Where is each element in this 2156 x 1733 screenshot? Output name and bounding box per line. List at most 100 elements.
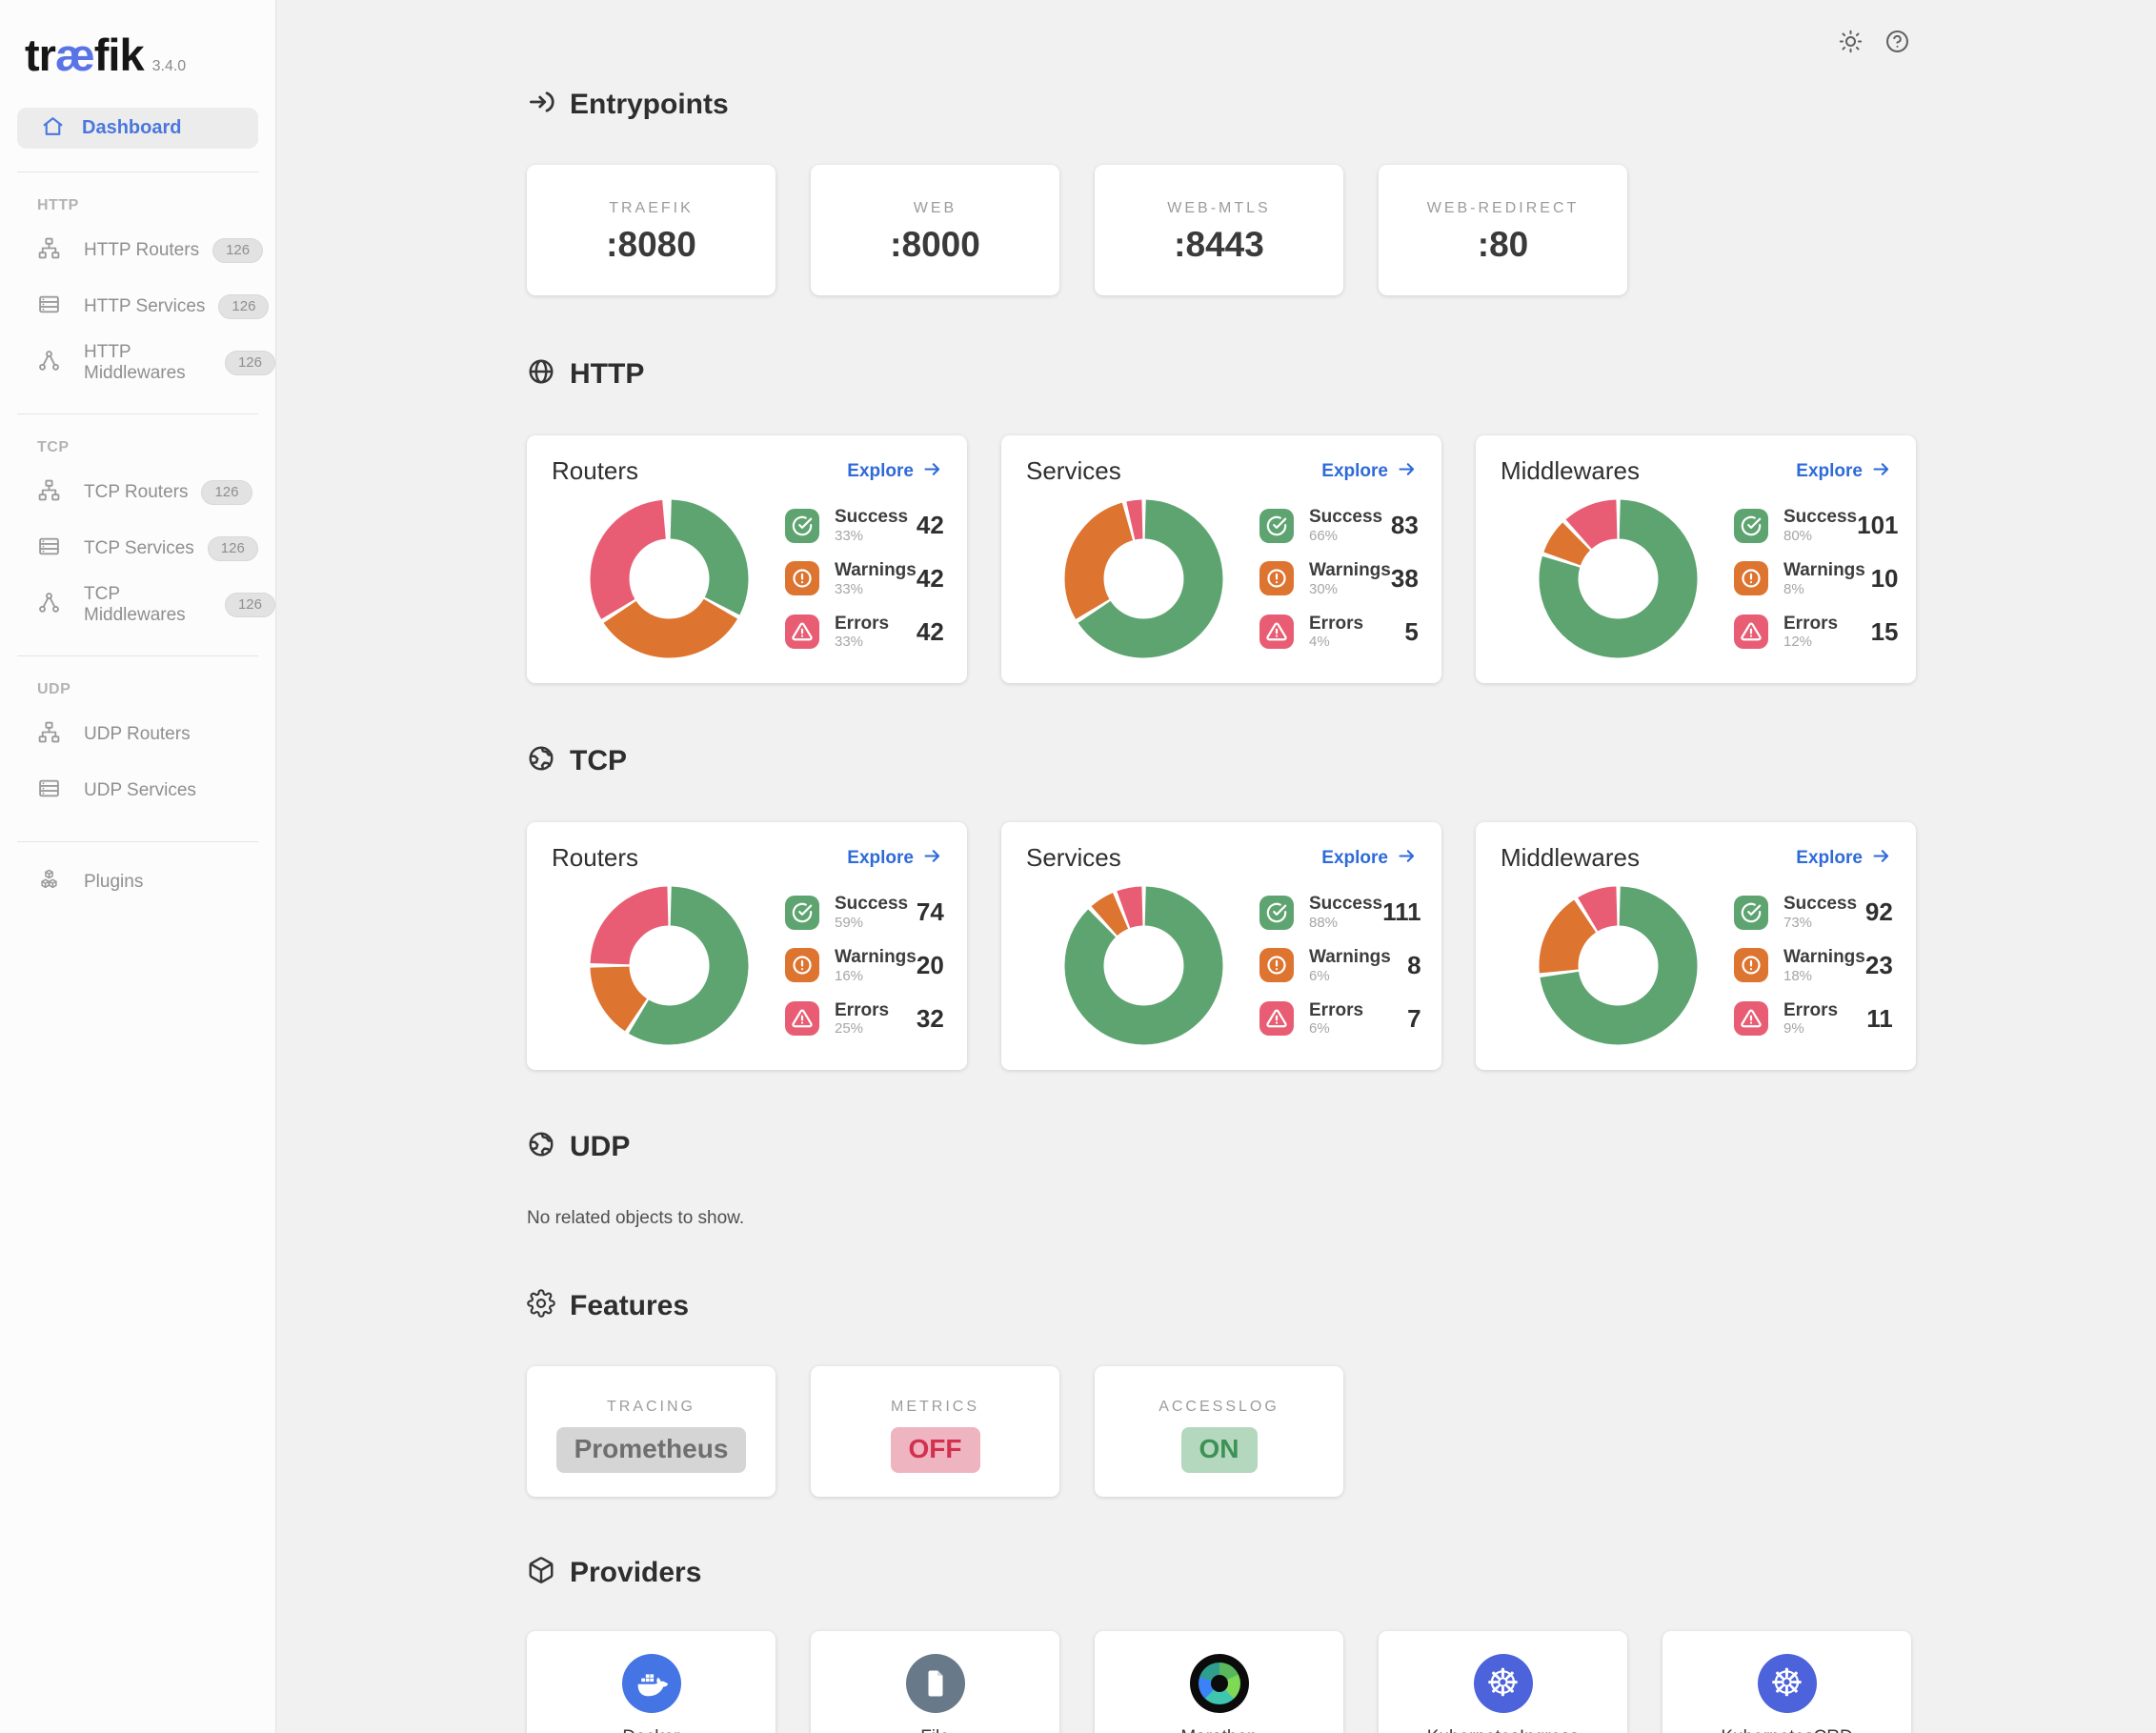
sidebar-item-http-routers[interactable]: HTTP Routers126 [0,222,275,278]
stat-row-errors: Errors25%32 [785,1001,944,1037]
stat-label: Success [835,895,908,913]
stats-column: Success80%101Warnings8%10Errors12%15 [1734,508,1899,649]
sidebar-item-tcp-services[interactable]: TCP Services126 [0,520,275,576]
kubernetes-icon: ☸ [1474,1654,1533,1713]
stat-percent: 6% [1309,969,1391,983]
sidebar-item-label: TCP Routers [84,482,188,503]
stat-row-warnings: Warnings 8% 10 [1734,561,1899,596]
stat-label: Success [1783,508,1857,526]
sidebar-item-dashboard[interactable]: Dashboard [17,108,258,149]
routers-icon [37,478,61,507]
help-icon[interactable] [1884,29,1910,59]
sidebar-item-udp-services[interactable]: UDP Services [0,762,275,818]
sidebar-item-tcp-routers[interactable]: TCP Routers 126 [0,464,275,520]
count-badge: 126 [225,593,275,617]
stat-value: 42 [917,617,944,647]
stat-text: Warnings18% [1783,948,1865,983]
provider-card-docker: Docker [527,1631,776,1733]
middlewares-icon [37,349,61,377]
file-icon [906,1654,965,1713]
http-header: HTTP [527,357,1915,391]
provider-name: Marathon [1095,1727,1343,1733]
stat-percent: 88% [1309,916,1382,930]
sidebar: træfik 3.4.0 Dashboard HTTPHTTP Routers1… [0,0,276,1733]
arrow-right-icon [1871,459,1891,484]
stat-label: Warnings [835,561,917,579]
feature-name: ACCESSLOG [1095,1399,1343,1416]
stat-text: Warnings33% [835,561,917,596]
package-icon [527,1556,555,1589]
sidebar-item-plugins[interactable]: Plugins [0,854,275,910]
alert-triangle-icon [1734,1001,1768,1036]
explore-link[interactable]: Explore [1796,459,1891,484]
explore-link[interactable]: Explore [847,459,942,484]
entrypoint-card-web-mtls: WEB-MTLS :8443 [1095,165,1343,295]
explore-link[interactable]: Explore [1321,846,1417,871]
provider-name: File [811,1727,1059,1733]
stat-label: Errors [1309,615,1363,633]
stat-row-errors: Errors12%15 [1734,615,1899,650]
stat-text: Errors12% [1783,615,1838,650]
card-header: MiddlewaresExplore [1501,456,1891,486]
tcp-services-card: ServicesExploreSuccess88%111Warnings6%8E… [1001,822,1441,1070]
theme-toggle-sun-icon[interactable] [1838,29,1864,59]
alert-circle-icon [1734,948,1768,982]
stat-value: 111 [1382,897,1421,927]
entrypoint-name: WEB-MTLS [1095,200,1343,217]
earth-icon [527,744,555,777]
sidebar-item-http-services[interactable]: HTTP Services126 [0,278,275,334]
stat-value: 10 [1871,564,1899,594]
stat-percent: 4% [1309,635,1363,649]
stat-percent: 8% [1783,582,1865,596]
stat-row-success: Success33%42 [785,508,944,543]
card-title: Services [1026,843,1121,873]
docker-icon [622,1654,681,1713]
arrow-right-icon [1397,459,1417,484]
stat-text: Success66% [1309,508,1382,543]
section-title: Entrypoints [570,89,729,121]
stat-text: Errors 25% [835,1001,889,1037]
stat-label: Errors [1783,1001,1838,1019]
sidebar-item-http-middlewares[interactable]: HTTP Middlewares126 [0,334,275,391]
stat-label: Errors [835,1001,889,1019]
stat-label: Errors [1309,1001,1363,1019]
card-body: Success88%111Warnings6%8Errors6%7 [1026,886,1417,1045]
sidebar-item-tcp-middlewares[interactable]: TCP Middlewares126 [0,576,275,633]
marathon-logo-hub [1211,1675,1228,1692]
stat-text: Success 59% [835,895,908,930]
arrow-right-icon [1397,846,1417,871]
stat-percent: 80% [1783,529,1857,543]
explore-link[interactable]: Explore [847,846,942,871]
stat-value: 74 [917,897,944,927]
alert-circle-icon [785,948,819,982]
middlewares-icon [37,591,61,619]
provider-name: KubernetesCRD [1662,1727,1911,1733]
routers-icon [37,720,61,749]
donut-chart [590,499,749,658]
stat-percent: 25% [835,1021,889,1036]
sidebar-section-label: TCP [37,439,275,456]
sidebar-section-label: HTTP [37,197,275,214]
stat-label: Warnings [1309,561,1391,579]
tcp-middlewares-card: MiddlewaresExploreSuccess73%92Warnings18… [1476,822,1916,1070]
stat-value: 92 [1865,897,1893,927]
card-header: Services Explore [1026,843,1417,873]
explore-link[interactable]: Explore [1321,459,1417,484]
stat-percent: 33% [835,635,889,649]
stat-percent: 59% [835,916,908,930]
count-badge: 126 [201,480,252,505]
globe-icon [527,357,555,391]
sidebar-item-udp-routers[interactable]: UDP Routers [0,706,275,762]
entrypoint-port: :8443 [1095,225,1343,265]
stat-row-success: Success88%111 [1259,895,1421,930]
explore-link[interactable]: Explore [1796,846,1891,871]
stat-percent: 16% [835,969,917,983]
stat-label: Warnings [1783,561,1865,579]
stat-text: Errors33% [835,615,889,650]
explore-label: Explore [1321,848,1388,869]
kubernetes-icon: ☸ [1758,1654,1817,1713]
check-circle-icon [1734,509,1768,543]
feature-status-badge: ON [1181,1427,1258,1473]
gear-icon [527,1289,555,1322]
arrow-right-icon [922,846,942,871]
